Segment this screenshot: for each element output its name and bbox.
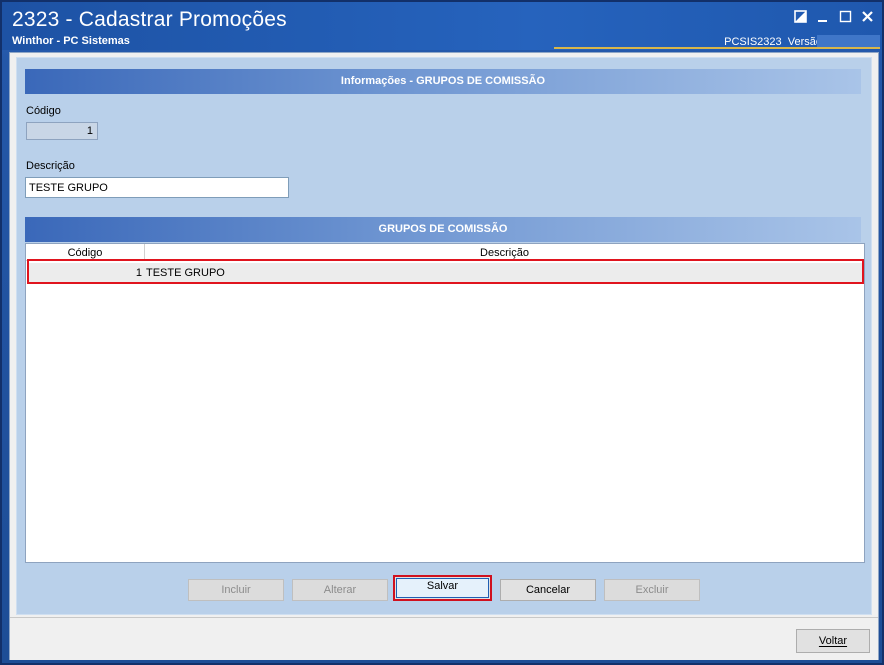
client-area: Informações - GRUPOS DE COMISSÃO Código … (9, 52, 879, 660)
incluir-button[interactable]: Incluir (188, 579, 284, 601)
app-window: 2323 - Cadastrar Promoções Winthor - PC … (0, 0, 884, 665)
cancelar-button[interactable]: Cancelar (500, 579, 596, 601)
minimize-icon[interactable] (814, 10, 830, 26)
window-title: 2323 - Cadastrar Promoções (12, 8, 287, 31)
voltar-button[interactable]: Voltar (796, 629, 870, 653)
salvar-button-label: Salvar (396, 578, 489, 598)
codigo-field: 1 (26, 122, 98, 140)
bottom-bar: Voltar (10, 617, 878, 660)
grid-header: Código Descrição (26, 244, 864, 261)
alterar-button[interactable]: Alterar (292, 579, 388, 601)
window-subtitle: Winthor - PC Sistemas (12, 35, 130, 47)
codigo-label: Código (26, 105, 61, 117)
title-bar: 2323 - Cadastrar Promoções Winthor - PC … (2, 2, 882, 50)
info-section-header: Informações - GRUPOS DE COMISSÃO (25, 69, 861, 94)
excluir-button[interactable]: Excluir (604, 579, 700, 601)
close-icon[interactable] (859, 10, 875, 26)
row-descricao-cell: TESTE GRUPO (146, 267, 225, 279)
column-header-codigo[interactable]: Código (26, 244, 145, 261)
form-panel: Informações - GRUPOS DE COMISSÃO Código … (16, 57, 872, 615)
row-codigo-cell: 1 (135, 267, 142, 279)
grupos-grid[interactable]: Código Descrição 1 TESTE GRUPO (25, 243, 865, 563)
column-header-descricao[interactable]: Descrição (145, 244, 864, 261)
maximize-icon[interactable] (837, 10, 853, 26)
restore-icon[interactable] (792, 10, 808, 26)
descricao-input[interactable] (25, 177, 289, 198)
grupos-section-header: GRUPOS DE COMISSÃO (25, 217, 861, 242)
salvar-button[interactable]: Salvar (393, 575, 492, 601)
descricao-label: Descrição (26, 160, 75, 172)
table-row[interactable]: 1 TESTE GRUPO (29, 263, 863, 283)
title-accent-line (554, 47, 880, 49)
